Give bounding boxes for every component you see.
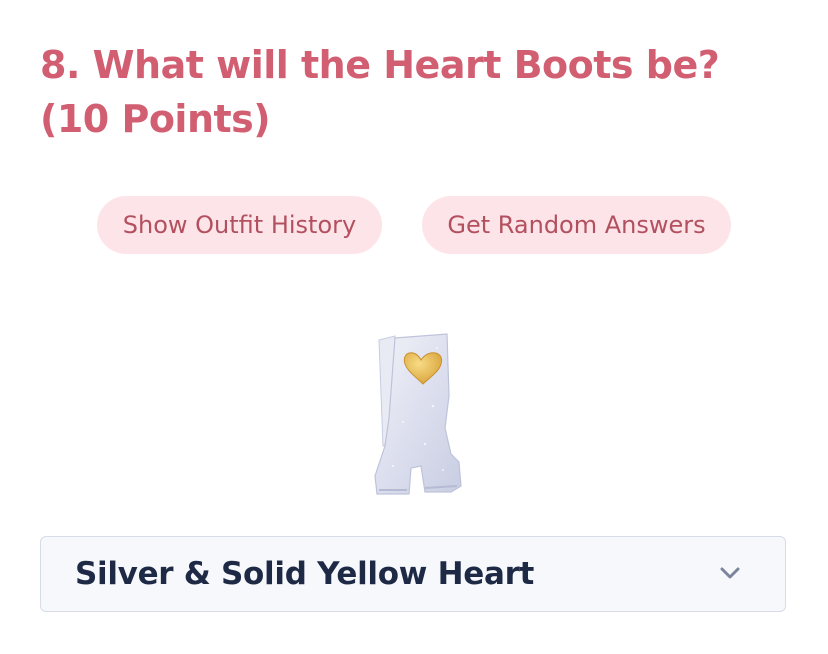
action-button-row: Show Outfit History Get Random Answers: [0, 196, 828, 254]
question-title: 8. What will the Heart Boots be? (10 Poi…: [40, 43, 720, 141]
selected-answer-value: Silver & Solid Yellow Heart: [75, 556, 535, 592]
get-random-answers-button[interactable]: Get Random Answers: [422, 196, 731, 254]
heart-boot-image: [374, 333, 462, 495]
show-outfit-history-button[interactable]: Show Outfit History: [97, 196, 382, 254]
answer-dropdown[interactable]: Silver & Solid Yellow Heart: [40, 536, 786, 612]
chevron-down-icon: [720, 567, 740, 579]
